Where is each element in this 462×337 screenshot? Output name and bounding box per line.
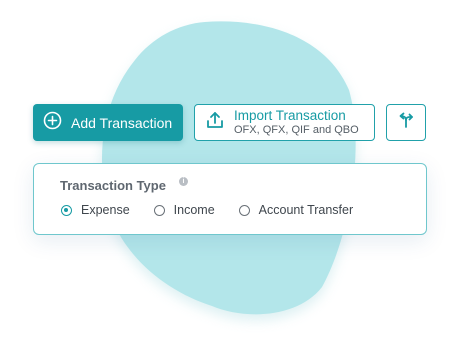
radio-button-checked[interactable] (61, 204, 72, 216)
import-transaction-button[interactable]: Import Transaction OFX, QFX, QIF and QBO (194, 104, 375, 141)
radio-expense[interactable]: Expense (61, 203, 130, 217)
radio-button[interactable] (153, 204, 165, 216)
info-icon[interactable]: i (179, 177, 188, 186)
transaction-type-card: Transaction Type i Expense Income Accoun… (33, 163, 427, 235)
transfer-button[interactable] (386, 104, 426, 141)
plus-circle-icon (43, 111, 62, 135)
add-transaction-button[interactable]: Add Transaction (33, 104, 183, 141)
import-transaction-title: Import Transaction (234, 108, 346, 124)
radio-income[interactable]: Income (153, 203, 215, 217)
add-transaction-label: Add Transaction (71, 114, 173, 131)
radio-account-transfer-label: Account Transfer (258, 203, 354, 217)
radio-button[interactable] (238, 204, 250, 216)
transaction-type-options: Expense Income Account Transfer (61, 203, 353, 217)
transaction-type-title: Transaction Type (60, 178, 166, 193)
radio-expense-label: Expense (81, 203, 130, 217)
transfer-arrows-icon (397, 111, 415, 134)
upload-icon (205, 110, 225, 135)
radio-account-transfer[interactable]: Account Transfer (238, 203, 354, 217)
import-formats-subtitle: OFX, QFX, QIF and QBO (234, 123, 359, 136)
radio-income-label: Income (173, 203, 215, 217)
